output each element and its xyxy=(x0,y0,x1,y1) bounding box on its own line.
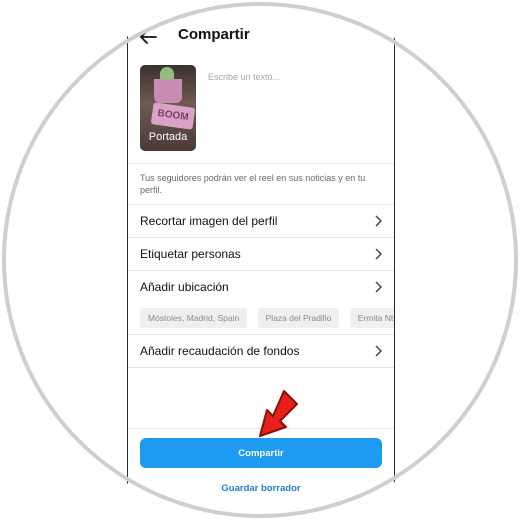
option-tag-people[interactable]: Etiquetar personas xyxy=(128,238,394,270)
visibility-notice: Tus seguidores podrán ver el reel en sus… xyxy=(140,173,366,195)
option-add-fundraiser[interactable]: Añadir recaudación de fondos xyxy=(128,335,394,367)
option-label: Añadir recaudación de fondos xyxy=(140,344,300,358)
arrow-left-icon[interactable] xyxy=(138,28,158,46)
cover-label: Portada xyxy=(148,131,188,143)
cover-thumbnail[interactable]: BOOM Portada xyxy=(140,65,196,151)
option-label: Añadir ubicación xyxy=(140,280,229,294)
boom-sticker: BOOM xyxy=(150,102,196,130)
option-label: Etiquetar personas xyxy=(140,247,241,261)
page-title: Compartir xyxy=(178,26,250,43)
chevron-right-icon xyxy=(375,248,382,260)
cup-graphic xyxy=(154,79,182,103)
location-chip[interactable]: Plaza del Pradillo xyxy=(257,308,340,328)
screenshot-circle: Compartir BOOM Portada Tus seguidores po… xyxy=(0,0,520,520)
caption-input[interactable] xyxy=(206,66,388,88)
divider xyxy=(128,367,394,368)
chevron-right-icon xyxy=(375,215,382,227)
top-bar: Compartir xyxy=(128,20,394,54)
red-pointer-arrow-icon xyxy=(259,390,298,437)
option-label: Recortar imagen del perfil xyxy=(140,214,278,228)
location-suggestions: Móstoles, Madrid, Spain Plaza del Pradil… xyxy=(140,308,394,330)
option-add-location[interactable]: Añadir ubicación xyxy=(128,271,394,303)
share-button[interactable]: Compartir xyxy=(140,438,382,468)
save-draft-link[interactable]: Guardar borrador xyxy=(128,483,394,494)
chevron-right-icon xyxy=(375,345,382,357)
option-crop-profile-image[interactable]: Recortar imagen del perfil xyxy=(128,205,394,237)
divider xyxy=(128,163,394,164)
phone-screen: Compartir BOOM Portada Tus seguidores po… xyxy=(127,0,395,520)
chevron-right-icon xyxy=(375,281,382,293)
location-chip[interactable]: Ermita Ntra xyxy=(349,308,394,328)
location-chip[interactable]: Móstoles, Madrid, Spain xyxy=(140,308,248,328)
